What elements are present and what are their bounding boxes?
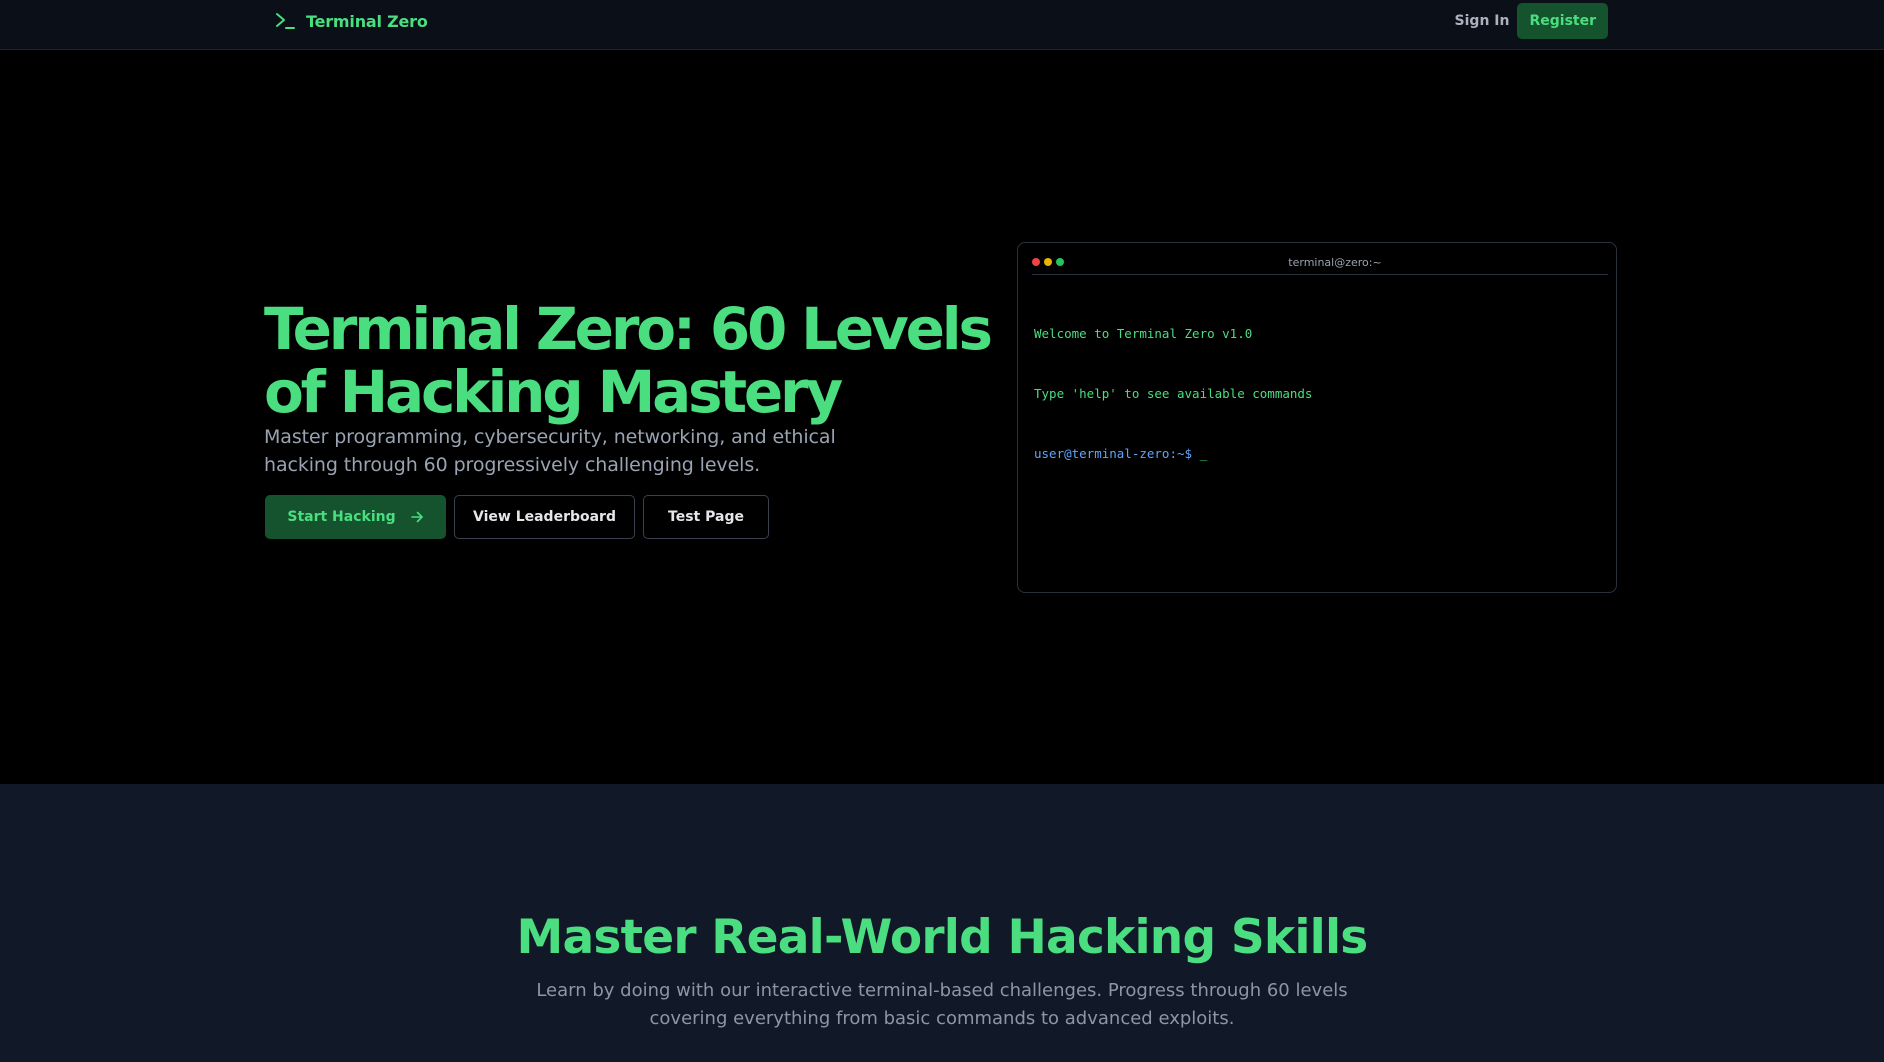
start-hacking-button[interactable]: Start Hacking: [265, 495, 446, 539]
sign-in-link[interactable]: Sign In: [1455, 5, 1510, 37]
terminal-line: Welcome to Terminal Zero v1.0: [1034, 326, 1253, 341]
terminal-line: Type 'help' to see available commands: [1034, 386, 1313, 401]
register-button[interactable]: Register: [1517, 3, 1608, 39]
auth-nav: Sign In Register: [1455, 3, 1608, 39]
terminal-prompt: user@terminal-zero:~$: [1034, 446, 1193, 461]
arrow-right-icon: [410, 511, 423, 523]
top-navigation-bar: Terminal Zero Sign In Register: [0, 0, 1884, 50]
terminal-window-title: terminal@zero:~: [1288, 256, 1382, 269]
features-section: Master Real-World Hacking Skills Learn b…: [0, 784, 1884, 1062]
view-leaderboard-button[interactable]: View Leaderboard: [454, 495, 635, 539]
brand-name: Terminal Zero: [306, 11, 428, 31]
terminal-cursor: _: [1199, 446, 1208, 461]
features-subtitle: Learn by doing with our interactive term…: [536, 980, 1348, 1029]
hero-subtitle: Master programming, cybersecurity, netwo…: [264, 426, 836, 476]
hero-title: Terminal Zero: 60 Levels of Hacking Mast…: [264, 295, 993, 426]
start-hacking-label: Start Hacking: [287, 509, 396, 525]
terminal-input-line[interactable]: user@terminal-zero:~$ _: [1034, 444, 1312, 464]
features-title: Master Real-World Hacking Skills: [516, 910, 1369, 965]
terminal-window[interactable]: terminal@zero:~ Welcome to Terminal Zero…: [1017, 242, 1617, 593]
hero-section: Terminal Zero: 60 Levels of Hacking Mast…: [0, 50, 1884, 784]
terminal-output[interactable]: Welcome to Terminal Zero v1.0 Type 'help…: [1034, 284, 1312, 504]
test-page-button[interactable]: Test Page: [643, 495, 769, 539]
brand-logo-link[interactable]: Terminal Zero: [274, 11, 428, 31]
terminal-title-bar: terminal@zero:~: [1032, 253, 1608, 275]
terminal-prompt-icon: [276, 13, 295, 29]
